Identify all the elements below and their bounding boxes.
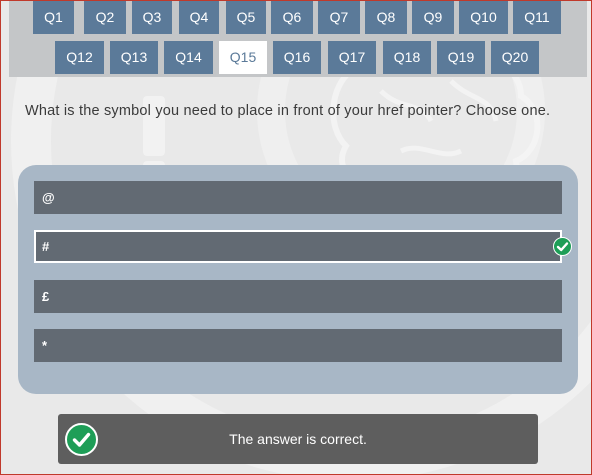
question-text: What is the symbol you need to place in …: [25, 103, 551, 119]
question-button-q5[interactable]: Q5: [226, 1, 266, 34]
question-button-q16[interactable]: Q16: [273, 41, 321, 74]
question-button-q9[interactable]: Q9: [412, 1, 454, 34]
question-button-q1[interactable]: Q1: [33, 1, 74, 34]
option-hash[interactable]: #: [34, 230, 562, 263]
question-button-q20[interactable]: Q20: [491, 41, 539, 74]
correct-check-icon: [553, 237, 572, 256]
feedback-text: The answer is correct.: [229, 431, 367, 447]
question-button-q2[interactable]: Q2: [84, 1, 126, 34]
question-button-q7[interactable]: Q7: [318, 1, 360, 34]
question-button-q14[interactable]: Q14: [164, 41, 213, 74]
question-button-q12[interactable]: Q12: [55, 41, 104, 74]
question-button-q6[interactable]: Q6: [271, 1, 313, 34]
option-at[interactable]: @: [34, 181, 562, 214]
question-button-q17[interactable]: Q17: [328, 41, 376, 74]
question-button-q10[interactable]: Q10: [459, 1, 508, 34]
question-button-q11[interactable]: Q11: [513, 1, 561, 34]
quiz-frame: What is the symbol you need to place in …: [0, 0, 592, 475]
question-button-q3[interactable]: Q3: [132, 1, 172, 34]
question-button-q4[interactable]: Q4: [179, 1, 219, 34]
checkmark-icon: [65, 423, 98, 456]
question-button-q15[interactable]: Q15: [219, 41, 267, 74]
question-button-q13[interactable]: Q13: [110, 41, 158, 74]
feedback-banner: The answer is correct.: [58, 414, 538, 464]
option-asterisk[interactable]: *: [34, 329, 562, 362]
question-button-q18[interactable]: Q18: [383, 41, 431, 74]
question-button-q8[interactable]: Q8: [365, 1, 407, 34]
option-pound[interactable]: £: [34, 280, 562, 313]
question-button-q19[interactable]: Q19: [437, 41, 485, 74]
